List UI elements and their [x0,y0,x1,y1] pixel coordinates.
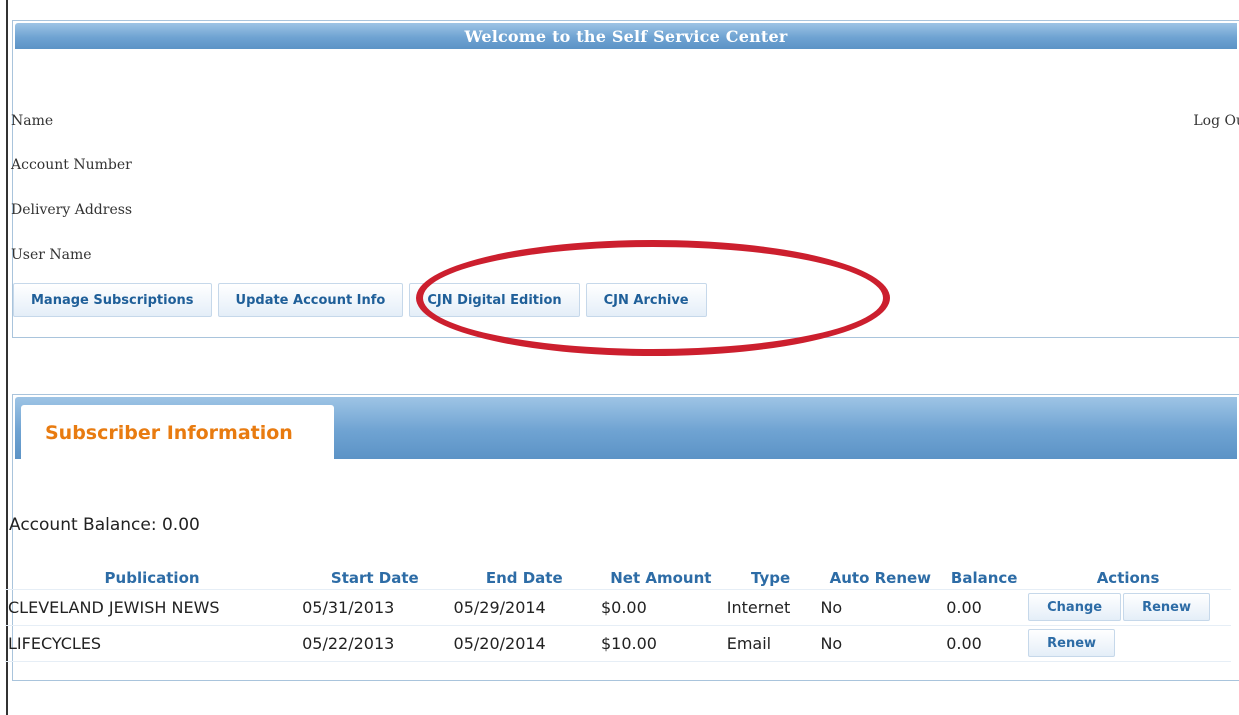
welcome-panel: Welcome to the Self Service Center Name … [11,20,1239,338]
cell-auto-renew: No [817,588,944,626]
account-number-label: Account Number [11,157,132,173]
table-row: CLEVELAND JEWISH NEWS 05/31/2013 05/29/2… [5,588,1231,626]
cell-balance: 0.00 [943,588,1026,626]
tab-label: Subscriber Information [45,422,293,444]
cjn-digital-edition-button[interactable]: CJN Digital Edition [409,283,580,317]
cjn-archive-button[interactable]: CJN Archive [585,283,707,317]
column-header-auto-renew: Auto Renew [829,568,932,587]
column-header-end-date: End Date [485,568,563,587]
subscriber-panel: Subscriber Information Account Balance: … [5,394,1239,681]
cell-publication: LIFECYCLES [5,624,300,662]
change-button[interactable]: Change [1028,593,1122,621]
user-name-label: User Name [11,247,92,263]
cell-type: Internet [723,588,818,626]
renew-button[interactable]: Renew [1028,629,1116,657]
column-header-actions: Actions [1096,568,1160,587]
cell-end-date: 05/20/2014 [450,624,598,662]
cell-start-date: 05/22/2013 [299,624,451,662]
name-label: Name [11,113,54,129]
cell-balance: 0.00 [943,624,1026,662]
welcome-title: Welcome to the Self Service Center [464,26,788,46]
tab-subscriber-information[interactable]: Subscriber Information [21,405,334,461]
column-header-type: Type [751,568,791,587]
cell-start-date: 05/31/2013 [299,588,451,626]
renew-button[interactable]: Renew [1123,593,1210,621]
subscriptions-table: Publication Start Date End Date Net Amou… [5,567,1231,662]
column-header-start-date: Start Date [330,568,419,587]
delivery-address-label: Delivery Address [11,202,133,218]
subscriber-tab-bar: Subscriber Information [15,397,1237,461]
welcome-header: Welcome to the Self Service Center [15,23,1237,49]
cell-type: Email [723,624,818,662]
account-nav-buttons: Manage Subscriptions Update Account Info… [13,283,713,317]
cell-auto-renew: No [817,624,944,662]
cell-end-date: 05/29/2014 [450,588,598,626]
table-row: LIFECYCLES 05/22/2013 05/20/2014 $10.00 … [5,624,1231,662]
cell-publication: CLEVELAND JEWISH NEWS [5,588,300,626]
table-header-row: Publication Start Date End Date Net Amou… [5,567,1231,589]
cell-net-amount: $10.00 [597,624,724,662]
logout-link[interactable]: Log Ou [1193,113,1239,129]
cell-actions: Renew [1025,624,1231,662]
column-header-publication: Publication [104,568,200,587]
column-header-balance: Balance [950,568,1018,587]
column-header-net-amount: Net Amount [610,568,712,587]
cell-actions: Change Renew [1025,588,1231,626]
account-balance: Account Balance: 0.00 [9,515,200,535]
cell-net-amount: $0.00 [597,588,724,626]
manage-subscriptions-button[interactable]: Manage Subscriptions [13,283,212,317]
update-account-info-button[interactable]: Update Account Info [217,283,404,317]
